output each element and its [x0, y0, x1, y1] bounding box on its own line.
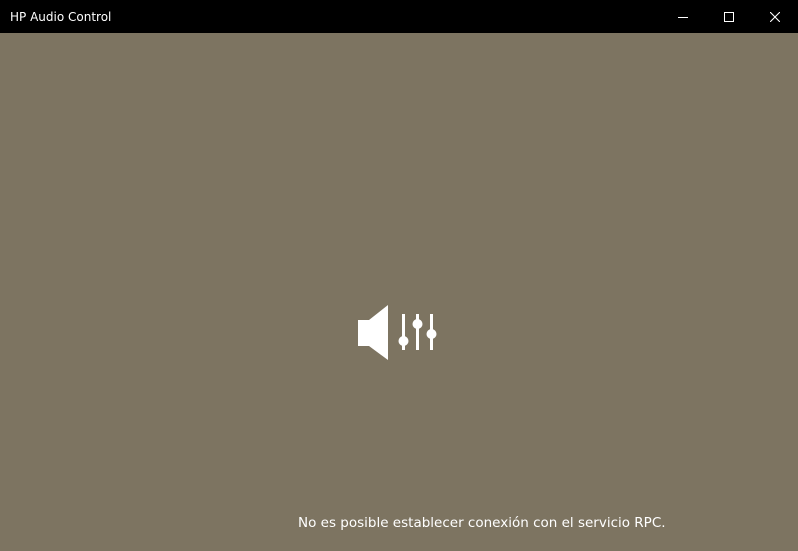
- minimize-icon: [678, 16, 688, 18]
- window-title: HP Audio Control: [10, 9, 112, 24]
- window-controls: [660, 0, 798, 33]
- app-window: HP Audio Control No es posible establece…: [0, 0, 798, 551]
- close-icon: [770, 11, 780, 22]
- main-content: No es posible establecer conexión con el…: [0, 33, 798, 551]
- close-button[interactable]: [752, 0, 798, 33]
- maximize-button[interactable]: [706, 0, 752, 33]
- title-bar[interactable]: HP Audio Control: [0, 0, 798, 33]
- minimize-button[interactable]: [660, 0, 706, 33]
- status-message: No es posible establecer conexión con el…: [298, 515, 666, 531]
- maximize-icon: [724, 11, 734, 22]
- speaker-equalizer-icon: [358, 305, 437, 360]
